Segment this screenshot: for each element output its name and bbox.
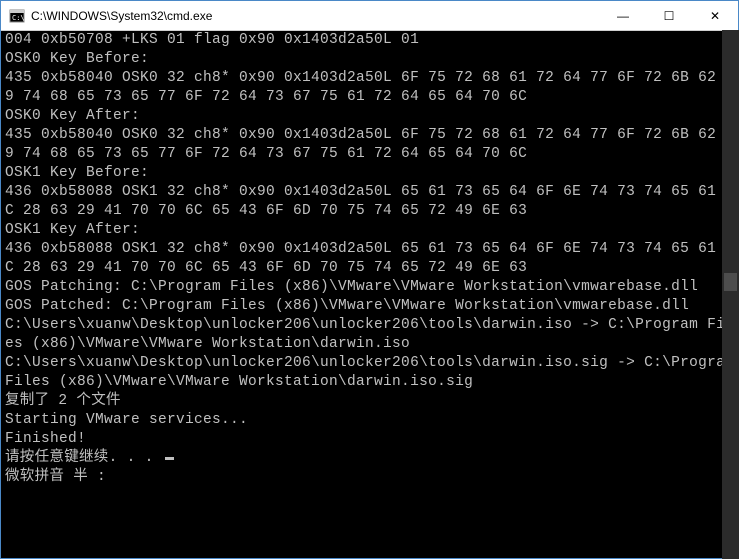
cursor [165, 457, 174, 460]
terminal-line: 微软拼音 半 : [5, 468, 736, 487]
terminal-line: 436 0xb58088 OSK1 32 ch8* 0x90 0x1403d2a… [5, 183, 736, 221]
terminal-line: 004 0xb50708 +LKS 01 flag 0x90 0x1403d2a… [5, 31, 736, 50]
window-title: C:\WINDOWS\System32\cmd.exe [31, 9, 600, 23]
terminal-output[interactable]: 004 0xb50708 +LKS 01 flag 0x90 0x1403d2a… [1, 31, 738, 558]
terminal-line: 435 0xb58040 OSK0 32 ch8* 0x90 0x1403d2a… [5, 69, 736, 107]
scrollbar[interactable] [722, 30, 739, 559]
window-titlebar[interactable]: C:\ C:\WINDOWS\System32\cmd.exe — ☐ ✕ [1, 1, 738, 31]
terminal-line: OSK1 Key After: [5, 221, 736, 240]
terminal-line: Starting VMware services... [5, 411, 736, 430]
maximize-button[interactable]: ☐ [646, 1, 692, 30]
cmd-icon: C:\ [9, 8, 25, 24]
terminal-line: GOS Patched: C:\Program Files (x86)\VMwa… [5, 297, 736, 316]
terminal-line: 复制了 2 个文件 [5, 392, 736, 411]
terminal-line: C:\Users\xuanw\Desktop\unlocker206\unloc… [5, 316, 736, 354]
terminal-line: OSK0 Key Before: [5, 50, 736, 69]
terminal-line: Finished! [5, 430, 736, 449]
minimize-button[interactable]: — [600, 1, 646, 30]
terminal-line: 请按任意键继续. . . [5, 449, 736, 468]
terminal-line: 436 0xb58088 OSK1 32 ch8* 0x90 0x1403d2a… [5, 240, 736, 278]
terminal-line: C:\Users\xuanw\Desktop\unlocker206\unloc… [5, 354, 736, 392]
svg-text:C:\: C:\ [12, 14, 25, 22]
terminal-line: 435 0xb58040 OSK0 32 ch8* 0x90 0x1403d2a… [5, 126, 736, 164]
scrollbar-thumb[interactable] [724, 273, 737, 291]
terminal-line: GOS Patching: C:\Program Files (x86)\VMw… [5, 278, 736, 297]
window-controls: — ☐ ✕ [600, 1, 738, 30]
close-button[interactable]: ✕ [692, 1, 738, 30]
terminal-line: OSK0 Key After: [5, 107, 736, 126]
terminal-line: OSK1 Key Before: [5, 164, 736, 183]
